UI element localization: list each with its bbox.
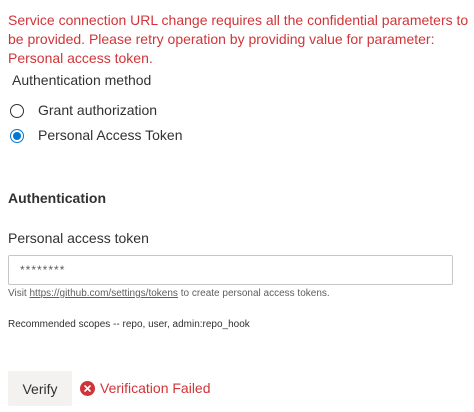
help-text-prefix: Visit (8, 288, 30, 299)
authentication-method-label: Authentication method (12, 72, 152, 88)
token-help-text: Visit https://github.com/settings/tokens… (8, 287, 330, 301)
error-circle-icon (80, 381, 95, 396)
error-message: Service connection URL change requires a… (8, 12, 469, 66)
verification-status: Verification Failed (80, 379, 211, 398)
recommended-scopes-text: Recommended scopes -- repo, user, admin:… (8, 319, 250, 330)
verification-failed-text: Verification Failed (100, 380, 211, 396)
github-tokens-link[interactable]: https://github.com/settings/tokens (30, 288, 178, 299)
radio-personal-access-token[interactable]: Personal Access Token (10, 126, 183, 145)
verify-button[interactable]: Verify (8, 371, 72, 406)
radio-label-grant-authorization: Grant authorization (38, 102, 158, 118)
radio-button-checked[interactable] (10, 128, 24, 143)
personal-access-token-input[interactable] (8, 255, 453, 285)
radio-button-unchecked[interactable] (10, 103, 24, 118)
radio-grant-authorization[interactable]: Grant authorization (10, 101, 157, 120)
help-text-suffix: to create personal access tokens. (177, 288, 330, 299)
personal-access-token-label: Personal access token (8, 230, 149, 246)
authentication-section-title: Authentication (8, 190, 106, 206)
radio-label-personal-access-token: Personal Access Token (38, 127, 183, 143)
service-connection-form: Service connection URL change requires a… (0, 0, 474, 412)
